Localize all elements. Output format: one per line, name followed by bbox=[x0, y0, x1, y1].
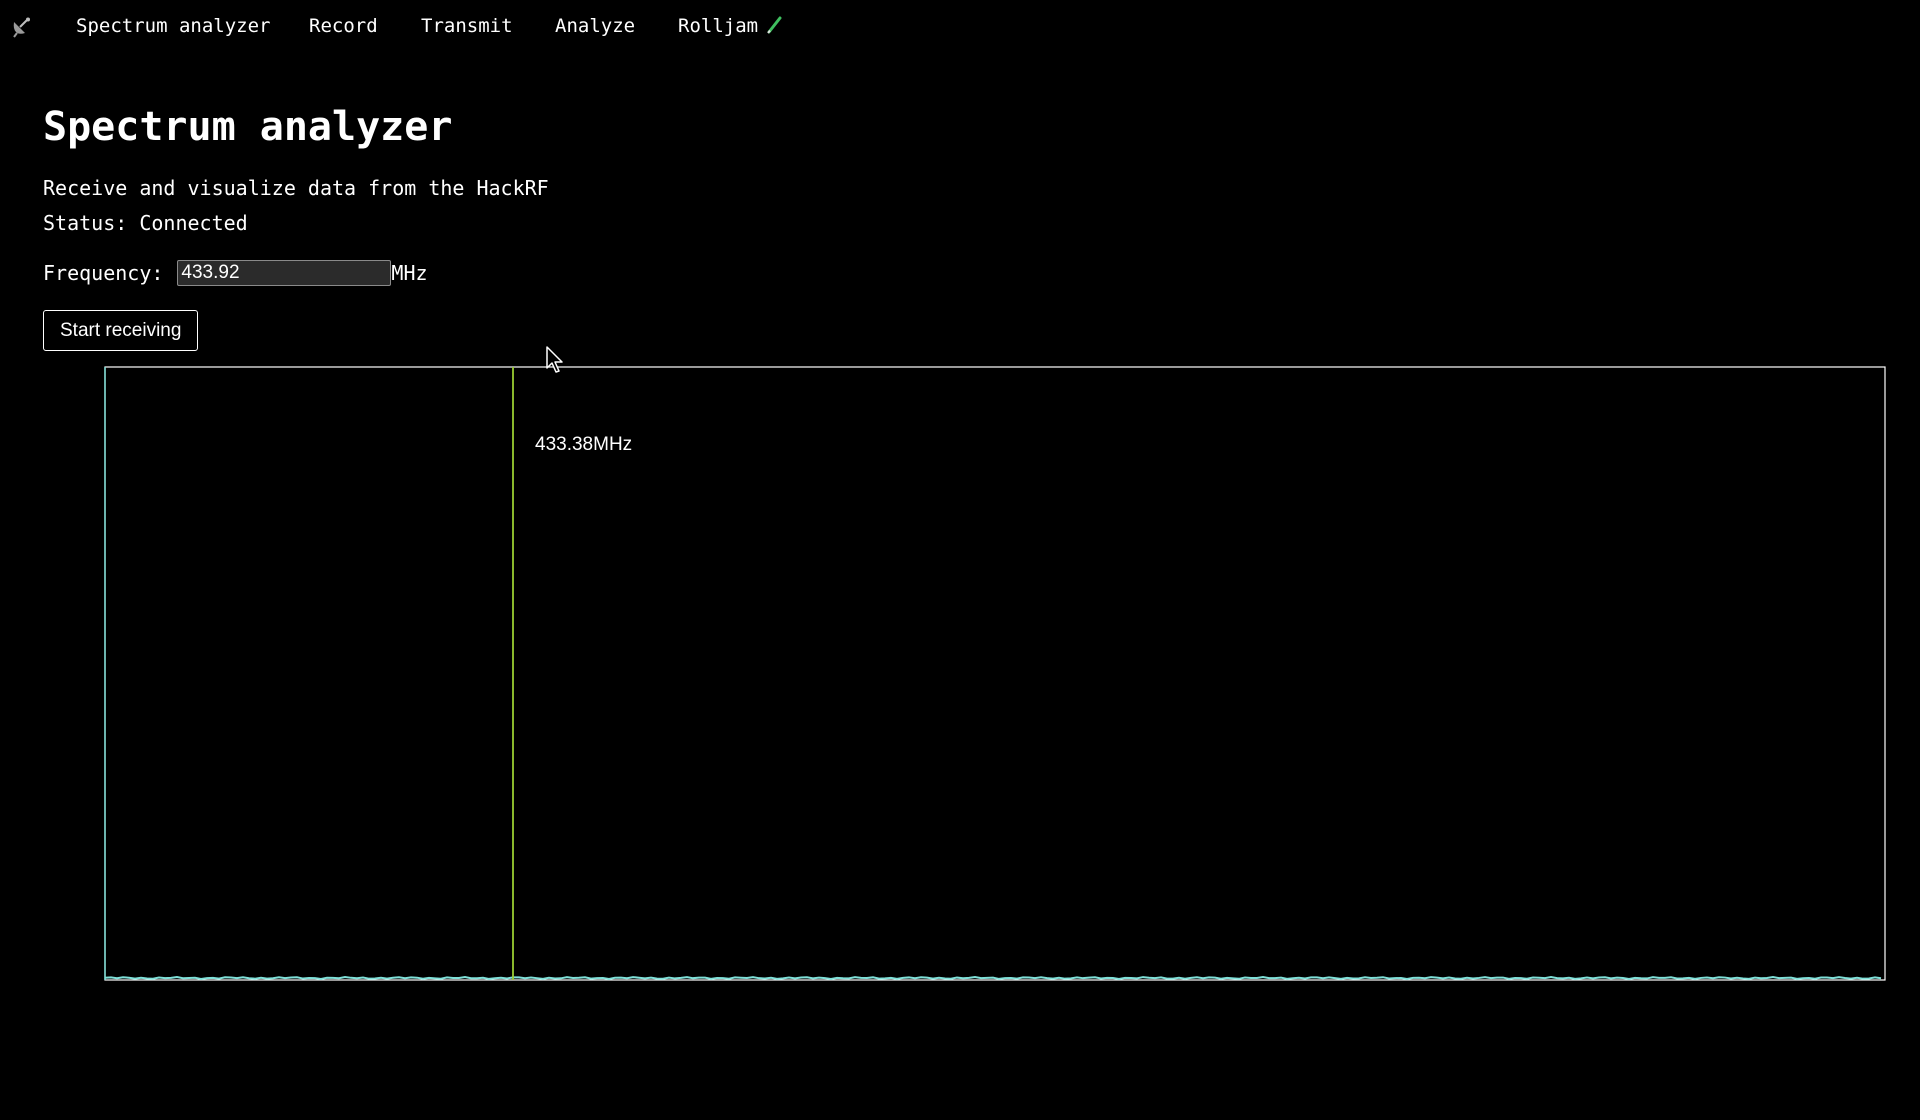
top-nav: Spectrum analyzer Record Transmit Analyz… bbox=[0, 0, 1920, 56]
start-receiving-button[interactable]: Start receiving bbox=[43, 310, 199, 351]
satellite-dish-icon[interactable] bbox=[11, 16, 33, 38]
connection-status: Status: Connected bbox=[43, 211, 248, 235]
frequency-marker-label: 433.38MHz bbox=[535, 434, 632, 455]
nav-rolljam[interactable]: Rolljam bbox=[678, 15, 782, 39]
frequency-input[interactable] bbox=[177, 260, 392, 286]
mouse-cursor-icon bbox=[546, 346, 563, 373]
page-subtitle: Receive and visualize data from the Hack… bbox=[43, 176, 549, 200]
nav-spectrum-analyzer[interactable]: Spectrum analyzer bbox=[76, 15, 270, 37]
nav-analyze[interactable]: Analyze bbox=[555, 15, 635, 37]
pencil-icon bbox=[766, 16, 782, 39]
nav-rolljam-label: Rolljam bbox=[678, 15, 759, 37]
frequency-label: Frequency: bbox=[43, 261, 164, 285]
spectrum-frame bbox=[104, 366, 1886, 981]
frequency-row: Frequency: MHz bbox=[43, 258, 428, 288]
nav-record[interactable]: Record bbox=[309, 15, 378, 37]
spectrum-plot[interactable]: 433.38MHz bbox=[104, 366, 1886, 981]
nav-transmit[interactable]: Transmit bbox=[421, 15, 513, 37]
frequency-unit: MHz bbox=[391, 261, 428, 285]
page-title: Spectrum analyzer bbox=[43, 104, 453, 150]
